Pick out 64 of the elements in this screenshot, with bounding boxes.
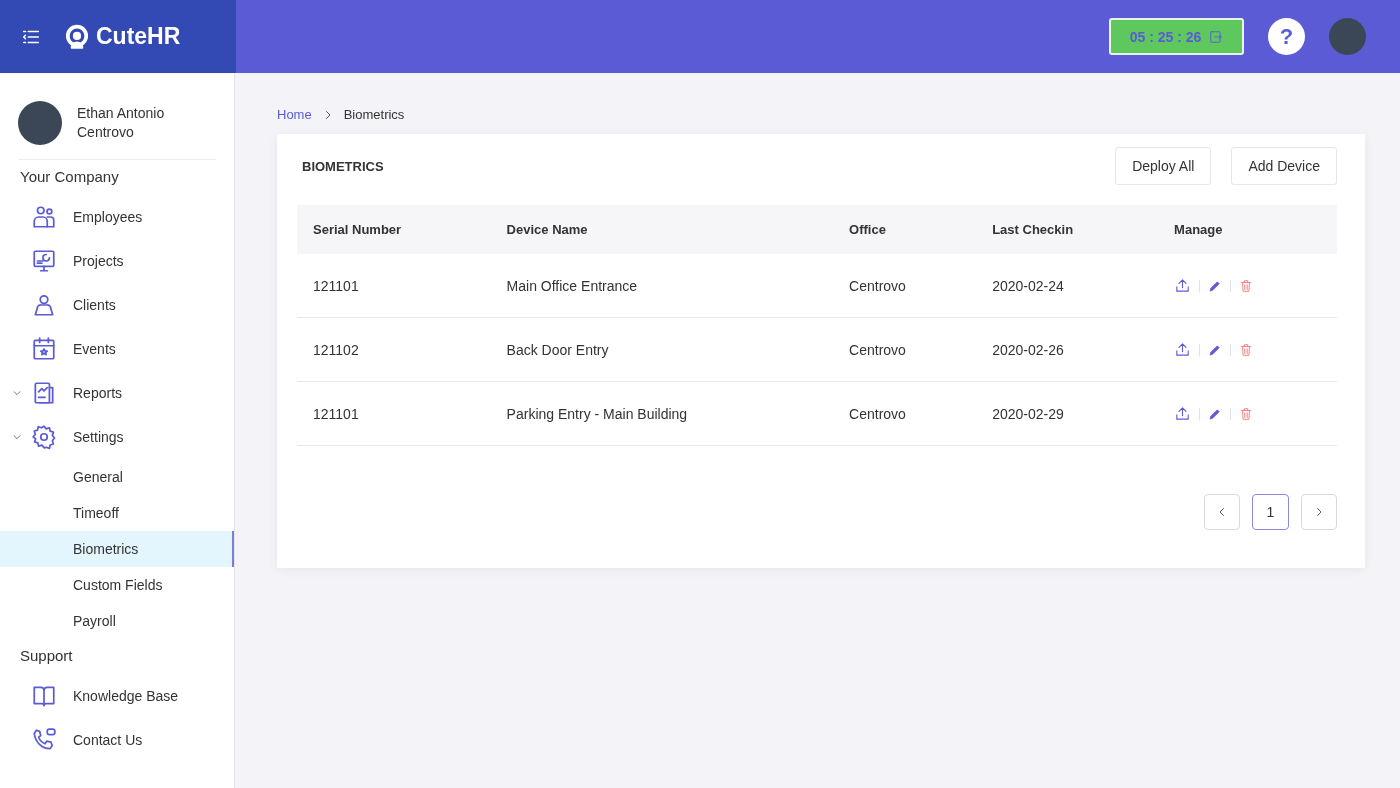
nav-item[interactable]: Settings (73, 429, 124, 445)
action-button[interactable]: Deploy All (1115, 147, 1212, 185)
gear-icon (31, 424, 57, 450)
nav-item[interactable]: Knowledge Base (73, 688, 179, 704)
table-cell: Centrovo (833, 317, 977, 382)
book-icon (31, 683, 57, 709)
section-title: Your Company (19, 167, 120, 187)
avatar (18, 101, 62, 145)
chevron-icon[interactable] (12, 432, 22, 442)
upload-icon[interactable] (1174, 277, 1192, 294)
section-title: Support (19, 646, 74, 666)
breadcrumb-current: Biometrics (343, 107, 405, 122)
table-cell: 121101 (297, 254, 491, 318)
avatar[interactable] (1329, 18, 1366, 55)
calendar-icon (31, 336, 57, 362)
nav-item[interactable]: Reports (73, 385, 123, 401)
table-cell: Centrovo (833, 254, 977, 318)
nav-item[interactable]: Contact Us (73, 732, 143, 748)
table-cell: Back Door Entry (490, 317, 834, 382)
table-cell: 121102 (297, 317, 491, 382)
monitor-icon (31, 248, 57, 274)
table-cell: Centrovo (833, 381, 977, 446)
edit-icon[interactable] (1208, 406, 1223, 421)
breadcrumb-link[interactable]: Home (277, 107, 312, 122)
nav-item[interactable]: Employees (73, 209, 143, 225)
nav-subitem[interactable]: Timeoff (0, 495, 234, 531)
nav-subitem[interactable]: Payroll (0, 603, 234, 639)
table-cell: 121101 (297, 381, 491, 446)
chevron-right-icon[interactable] (1301, 494, 1337, 530)
upload-icon[interactable] (1174, 405, 1192, 422)
table-cell: 2020-02-24 (976, 254, 1159, 318)
column-header: Office (833, 205, 977, 254)
edit-icon[interactable] (1208, 342, 1223, 357)
help-button[interactable]: ? (1268, 18, 1305, 55)
nav-item[interactable]: Clients (73, 297, 116, 313)
page-button[interactable]: 1 (1252, 494, 1289, 530)
user-name: Ethan Antonio Centrovo (77, 104, 166, 142)
chevron-icon[interactable] (12, 388, 22, 398)
table-cell: Main Office Entrance (490, 254, 834, 318)
logo-icon (64, 23, 90, 50)
edit-icon[interactable] (1208, 278, 1223, 293)
nav-subitem[interactable]: Custom Fields (0, 567, 234, 603)
table-cell: Parking Entry - Main Building (490, 381, 834, 446)
column-header: Last Checkin (976, 205, 1159, 254)
delete-icon[interactable] (1239, 406, 1254, 421)
delete-icon[interactable] (1239, 278, 1254, 293)
exit-icon (1209, 29, 1224, 44)
people-icon (31, 204, 57, 230)
nav-item[interactable]: Events (73, 341, 116, 357)
card-title: BIOMETRICS (302, 158, 384, 174)
upload-icon[interactable] (1174, 341, 1192, 358)
column-header: Device Name (490, 205, 834, 254)
nav-subitem[interactable]: General (0, 459, 234, 495)
nav-item[interactable]: Projects (73, 253, 124, 269)
table-cell: 2020-02-26 (976, 317, 1159, 382)
action-button[interactable]: Add Device (1231, 147, 1337, 185)
chart-document-icon (31, 380, 57, 406)
delete-icon[interactable] (1239, 342, 1254, 357)
column-header: Serial Number (297, 205, 491, 254)
nav-subitem[interactable]: Biometrics (0, 531, 234, 567)
chevron-left-icon[interactable] (1204, 494, 1240, 530)
column-header: Manage (1158, 205, 1337, 254)
brand-name: CuteHR (96, 23, 181, 50)
table-cell: 2020-02-29 (976, 381, 1159, 446)
